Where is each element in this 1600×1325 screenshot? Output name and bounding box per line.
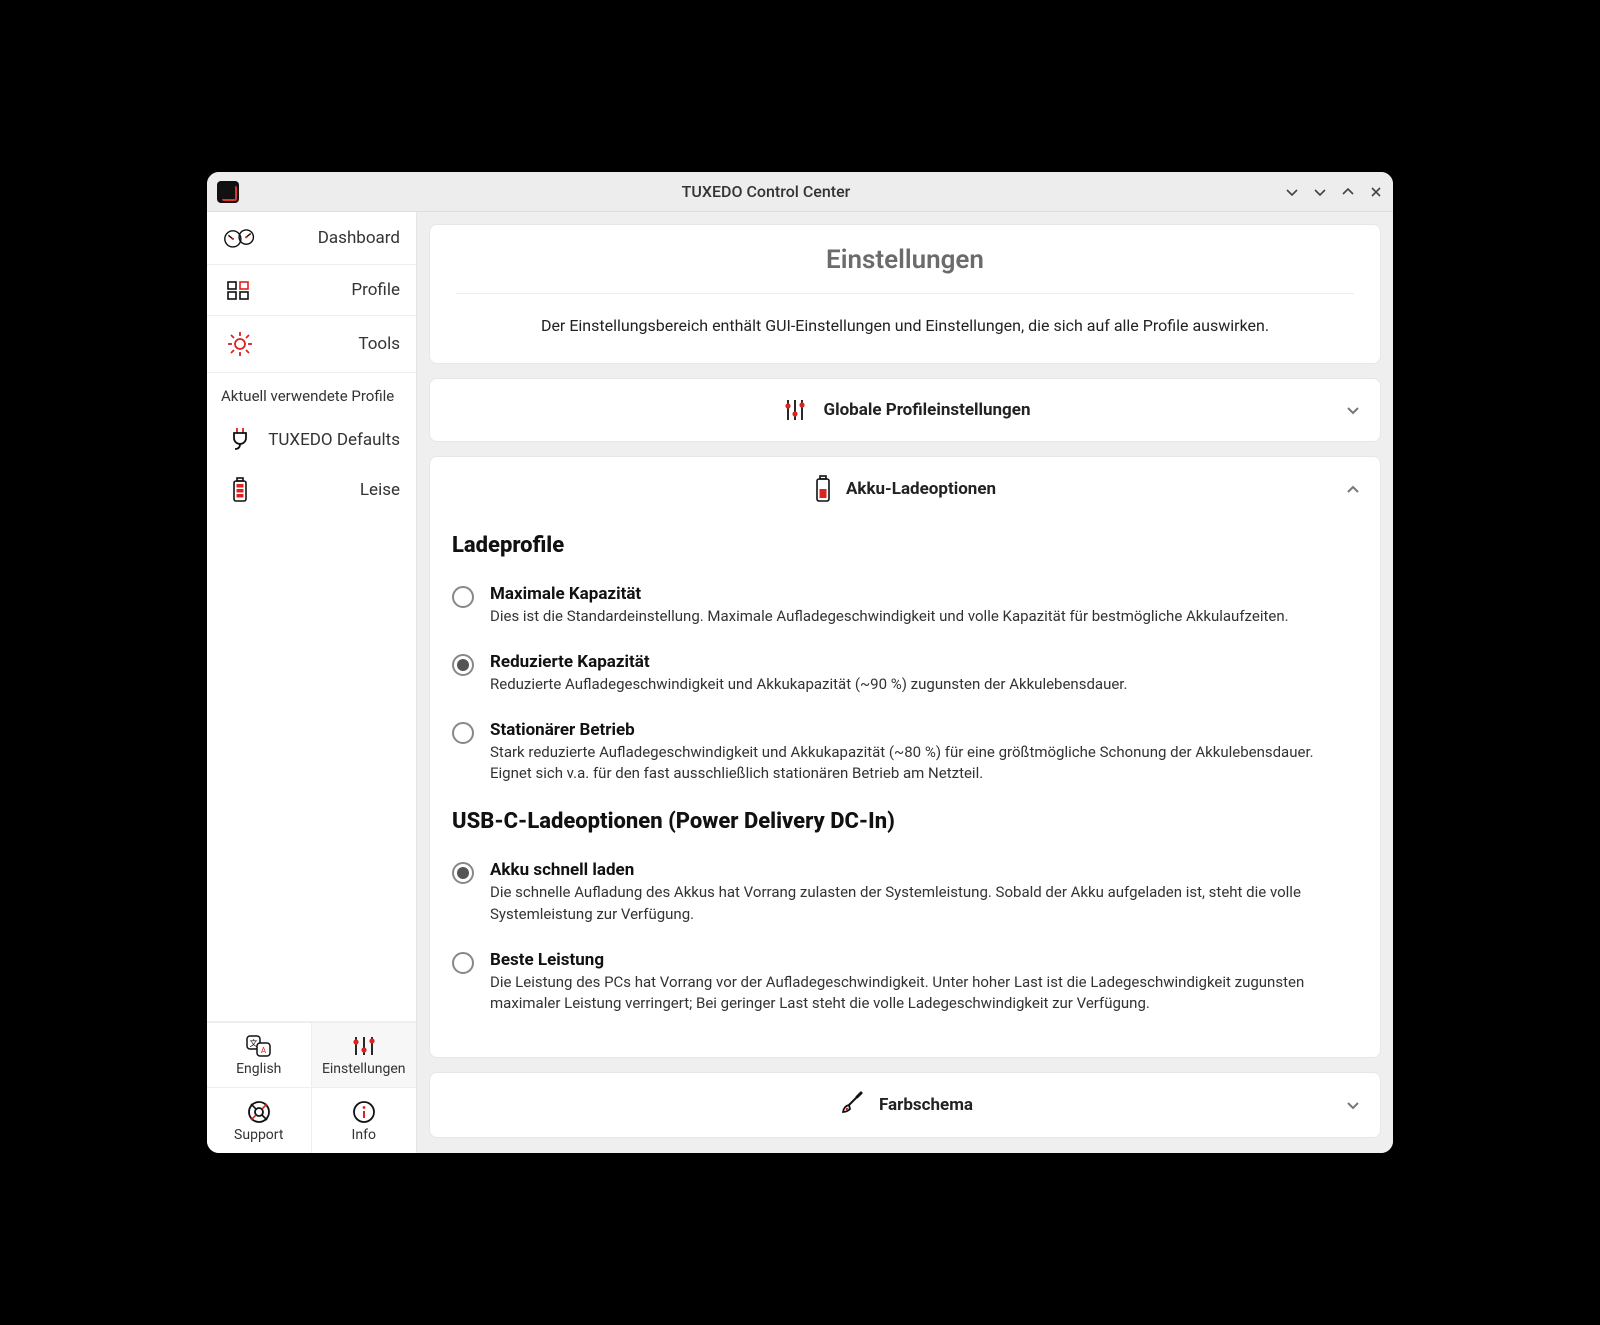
sidebar-section-label: Aktuell verwendete Profile	[207, 373, 416, 415]
sidebar-spacer	[207, 515, 416, 1022]
radio-fast-charge[interactable]: Akku schnell laden Die schnelle Aufladun…	[452, 852, 1358, 942]
radio-desc: Stark reduzierte Aufladegeschwindigkeit …	[490, 742, 1358, 786]
sidebar-profile-label: Leise	[360, 480, 400, 500]
radio-desc: Die schnelle Aufladung des Akkus hat Vor…	[490, 882, 1358, 926]
radio-desc: Die Leistung des PCs hat Vorrang vor der…	[490, 972, 1358, 1016]
usbc-heading: USB-C-Ladeoptionen (Power Delivery DC-In…	[452, 809, 1358, 834]
titlebar: TUXEDO Control Center	[207, 172, 1393, 212]
plug-icon	[223, 427, 257, 453]
content-area: Einstellungen Der Einstellungsbereich en…	[417, 212, 1393, 1153]
sidebar-profile-label: TUXEDO Defaults	[268, 430, 400, 450]
radio-button[interactable]	[452, 586, 474, 608]
sidebar-language-button[interactable]: 文 A English	[207, 1023, 312, 1088]
radio-button[interactable]	[452, 722, 474, 744]
chevron-down-icon	[1344, 1096, 1362, 1114]
radio-title: Maximale Kapazität	[490, 584, 1289, 604]
sidebar-item-label: Profile	[351, 280, 400, 300]
dashboard-icon	[223, 226, 257, 250]
info-icon	[351, 1099, 377, 1125]
lifebuoy-icon	[246, 1099, 272, 1125]
radio-max-capacity[interactable]: Maximale Kapazität Dies ist die Standard…	[452, 576, 1358, 644]
sidebar-item-tools[interactable]: Tools	[207, 316, 416, 373]
radio-title: Reduzierte Kapazität	[490, 652, 1127, 672]
paintbrush-icon	[837, 1091, 865, 1119]
panel-theme: Farbschema	[429, 1072, 1381, 1138]
gear-icon	[223, 330, 257, 358]
sidebar-profile-defaults[interactable]: TUXEDO Defaults	[207, 415, 416, 465]
radio-best-performance[interactable]: Beste Leistung Die Leistung des PCs hat …	[452, 942, 1358, 1032]
radio-desc: Dies ist die Standardeinstellung. Maxima…	[490, 606, 1289, 628]
radio-stationary[interactable]: Stationärer Betrieb Stark reduzierte Auf…	[452, 712, 1358, 802]
chevron-up-icon	[1344, 480, 1362, 498]
intro-card: Einstellungen Der Einstellungsbereich en…	[429, 224, 1381, 364]
sidebar-info-button[interactable]: Info	[312, 1088, 417, 1153]
sidebar-item-dashboard[interactable]: Dashboard	[207, 212, 416, 265]
panel-battery-header[interactable]: Akku-Ladeoptionen	[430, 457, 1380, 521]
page-description: Der Einstellungsbereich enthält GUI-Eins…	[456, 316, 1354, 335]
radio-button[interactable]	[452, 654, 474, 676]
sidebar-settings-label: Einstellungen	[322, 1061, 406, 1077]
window-title: TUXEDO Control Center	[247, 182, 1285, 201]
app-icon	[217, 181, 239, 203]
profile-icon	[223, 279, 257, 301]
sidebar-item-label: Tools	[358, 334, 400, 354]
window-controls	[1285, 185, 1383, 199]
radio-title: Stationärer Betrieb	[490, 720, 1358, 740]
window-minimize-icon[interactable]	[1313, 185, 1327, 199]
radio-desc: Reduzierte Aufladegeschwindigkeit und Ak…	[490, 674, 1127, 696]
panel-theme-label: Farbschema	[879, 1095, 973, 1115]
panel-battery-body: Ladeprofile Maximale Kapazität Dies ist …	[430, 521, 1380, 1057]
radio-button[interactable]	[452, 862, 474, 884]
window-close-icon[interactable]	[1369, 185, 1383, 199]
chevron-down-icon	[1344, 401, 1362, 419]
battery-icon	[223, 477, 257, 503]
panel-global-header[interactable]: Globale Profileinstellungen	[430, 379, 1380, 441]
sidebar: Dashboard Profile	[207, 212, 417, 1153]
panel-global-settings: Globale Profileinstellungen	[429, 378, 1381, 442]
sidebar-info-label: Info	[352, 1127, 376, 1143]
sliders-icon	[349, 1033, 379, 1059]
sidebar-bottom-grid: 文 A English	[207, 1022, 416, 1153]
charge-profiles-heading: Ladeprofile	[452, 533, 1358, 558]
sidebar-item-label: Dashboard	[318, 228, 400, 248]
sidebar-settings-button[interactable]: Einstellungen	[312, 1023, 417, 1088]
sidebar-language-label: English	[236, 1061, 281, 1077]
sidebar-support-label: Support	[234, 1127, 283, 1143]
page-title: Einstellungen	[456, 245, 1354, 275]
panel-theme-header[interactable]: Farbschema	[430, 1073, 1380, 1137]
window-simplify-icon[interactable]	[1285, 185, 1299, 199]
translate-icon: 文 A	[245, 1033, 273, 1059]
radio-reduced-capacity[interactable]: Reduzierte Kapazität Reduzierte Aufladeg…	[452, 644, 1358, 712]
radio-title: Akku schnell laden	[490, 860, 1358, 880]
battery-icon	[814, 475, 832, 503]
panel-global-label: Globale Profileinstellungen	[824, 400, 1031, 420]
sidebar-profile-quiet[interactable]: Leise	[207, 465, 416, 515]
sidebar-item-profile[interactable]: Profile	[207, 265, 416, 316]
radio-button[interactable]	[452, 952, 474, 974]
window-maximize-icon[interactable]	[1341, 185, 1355, 199]
panel-battery: Akku-Ladeoptionen Ladeprofile Maximale K…	[429, 456, 1381, 1058]
panel-battery-label: Akku-Ladeoptionen	[846, 479, 996, 499]
intro-divider	[456, 293, 1354, 294]
svg-text:A: A	[261, 1046, 267, 1055]
app-window: TUXEDO Control Center	[205, 170, 1395, 1155]
radio-title: Beste Leistung	[490, 950, 1358, 970]
sliders-icon	[780, 397, 810, 423]
sidebar-support-button[interactable]: Support	[207, 1088, 312, 1153]
